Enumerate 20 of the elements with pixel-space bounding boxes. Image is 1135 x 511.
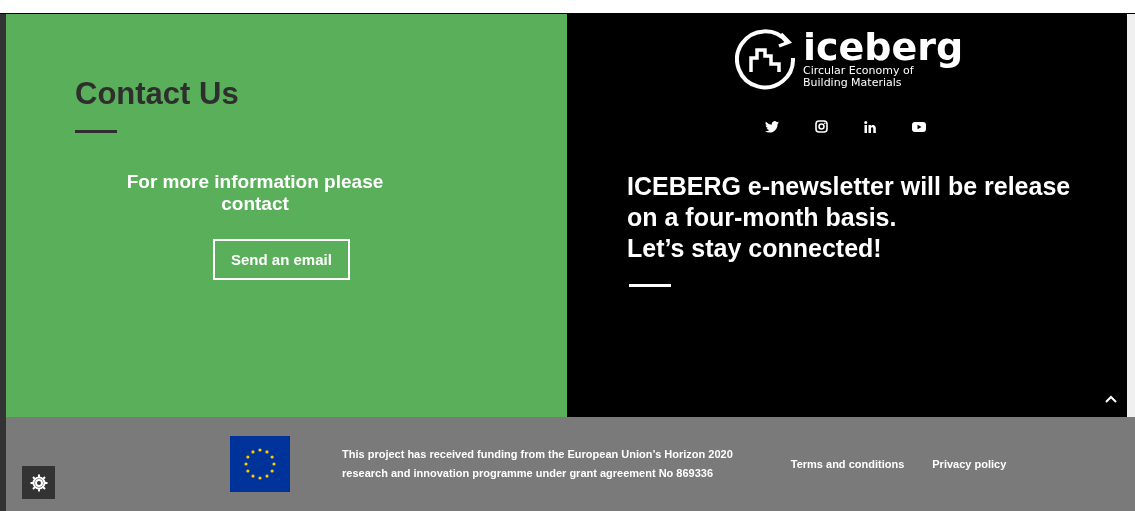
settings-button[interactable] [22,466,55,499]
funding-text: research and innovation programme under grant agreement No 869336 [342,466,715,481]
footer-link[interactable]: Terms and conditions [790,458,905,470]
scroll-up-icon[interactable] [1105,395,1117,403]
linkedin-icon[interactable] [864,120,876,133]
newsletter-text: Let’s stay connected! [627,233,883,264]
gear-icon [28,472,49,493]
send-email-button[interactable]: Send an email [213,239,350,280]
funding-text: This project has received funding from the European Union’s Horizon 2020 [342,447,733,462]
newsletter-text: ICEBERG e-newsletter will be release [627,171,1072,202]
instagram-icon[interactable] [815,120,828,133]
contact-title: Contact Us [75,76,240,112]
logo-tagline: Building Materials [803,77,903,89]
logo-tagline: Circular Economy of [803,65,914,77]
twitter-icon[interactable] [765,120,779,133]
scrollbar[interactable] [1127,14,1135,417]
footer-link[interactable]: Privacy policy [932,458,1007,470]
newsletter-text: on a four-month basis. [627,202,898,233]
contact-text: For more information please contact [125,171,385,215]
youtube-icon[interactable] [912,121,926,132]
